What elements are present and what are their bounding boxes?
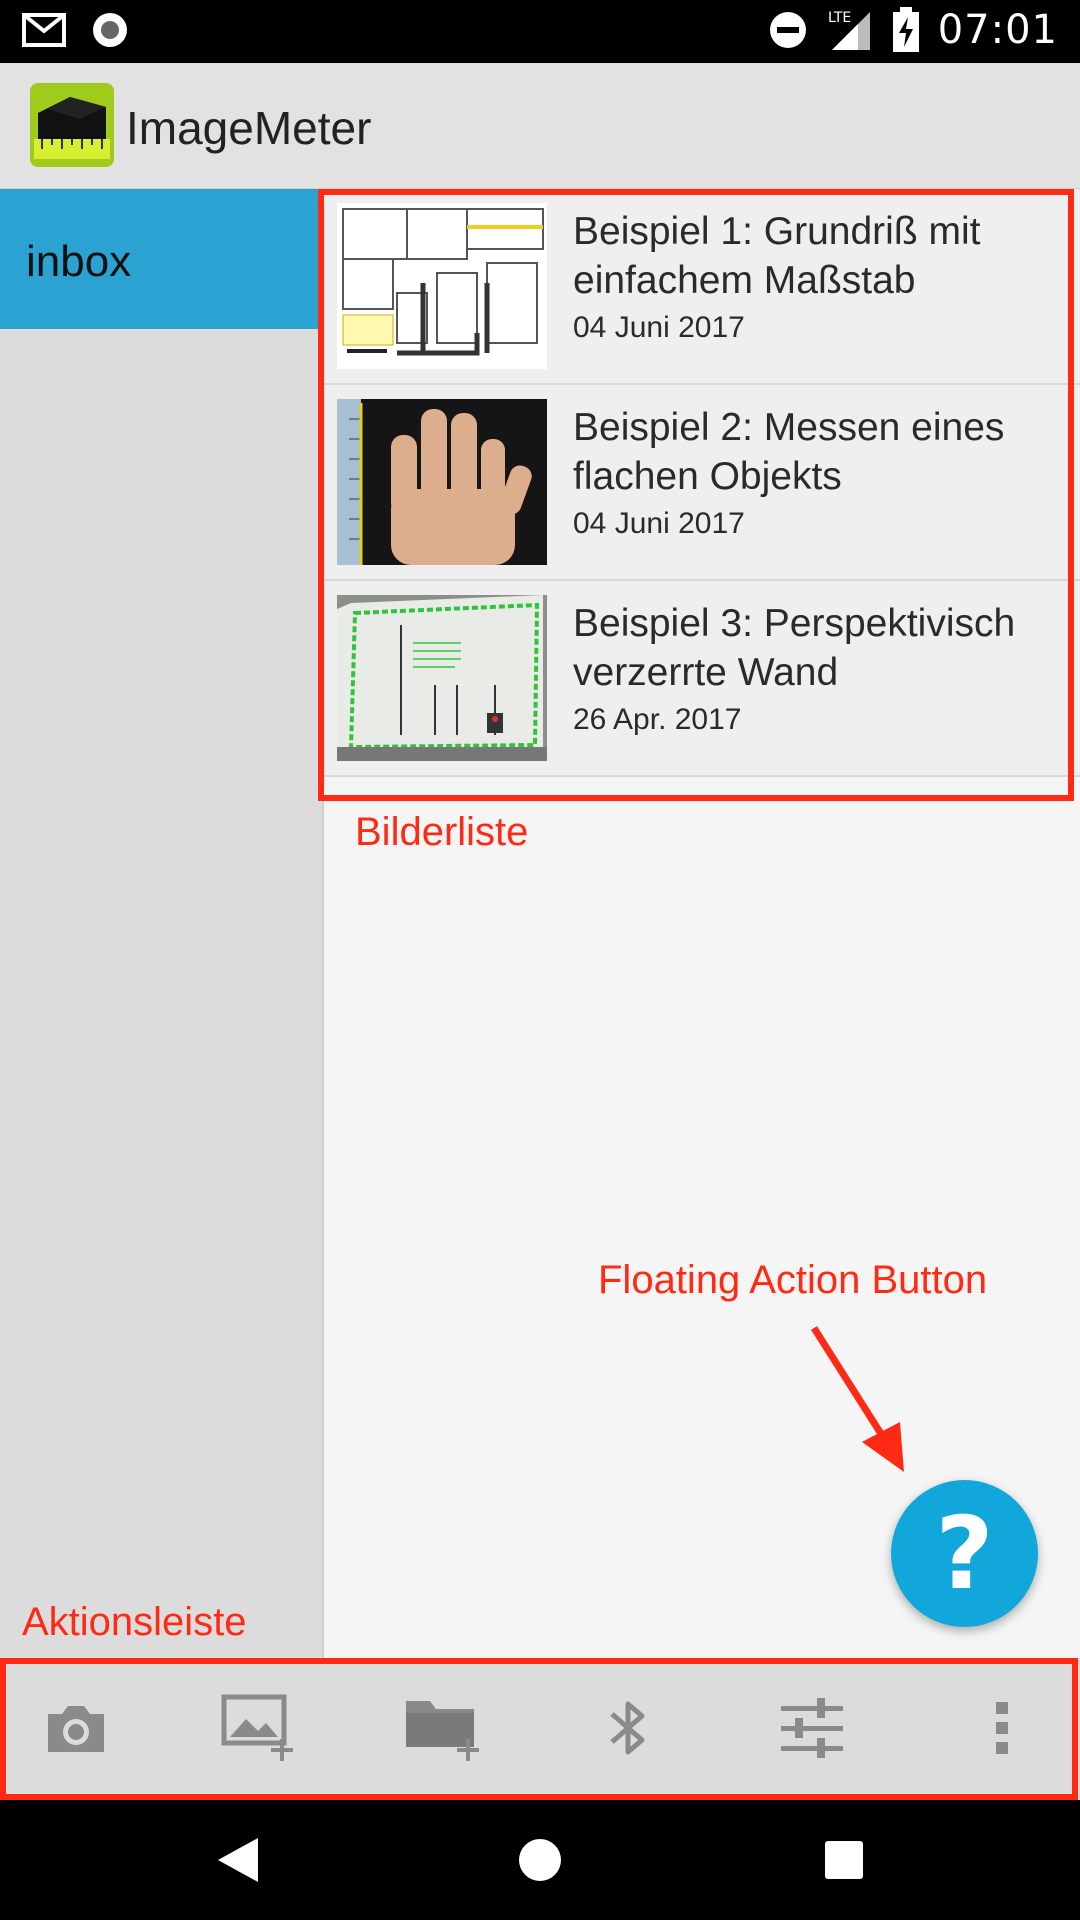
navigation-bar xyxy=(0,1800,1080,1920)
image-list-annotation: Bilderliste xyxy=(355,810,529,854)
back-icon xyxy=(218,1838,258,1882)
action-bar-highlight xyxy=(0,1658,1078,1800)
do-not-disturb-icon xyxy=(769,12,806,48)
app-title: ImageMeter xyxy=(126,102,372,154)
signal-icon: LTE xyxy=(828,10,870,50)
image-list-highlight xyxy=(318,189,1074,801)
help-fab[interactable]: ? xyxy=(891,1480,1038,1627)
arrow-icon xyxy=(811,1326,904,1472)
recents-icon xyxy=(825,1841,863,1879)
recents-button[interactable] xyxy=(814,1830,874,1890)
home-icon xyxy=(519,1839,561,1881)
action-bar-annotation: Aktionsleiste xyxy=(22,1600,247,1644)
home-button[interactable] xyxy=(510,1830,570,1890)
clock: 07:01 xyxy=(937,7,1058,53)
folder-sidebar: inbox xyxy=(0,189,324,1658)
battery-charging-icon xyxy=(892,7,919,52)
sidebar-item-inbox[interactable]: inbox xyxy=(0,189,324,329)
gmail-icon xyxy=(22,13,66,47)
sidebar-item-label: inbox xyxy=(26,237,132,286)
record-icon xyxy=(93,13,127,47)
back-button[interactable] xyxy=(208,1830,268,1890)
app-bar: ImageMeter xyxy=(0,63,1080,189)
imagemeter-logo xyxy=(30,83,114,167)
help-icon: ? xyxy=(935,1494,994,1612)
status-bar: LTE 07:01 xyxy=(0,0,1080,63)
fab-annotation: Floating Action Button xyxy=(598,1258,988,1302)
network-label: LTE xyxy=(828,10,851,26)
